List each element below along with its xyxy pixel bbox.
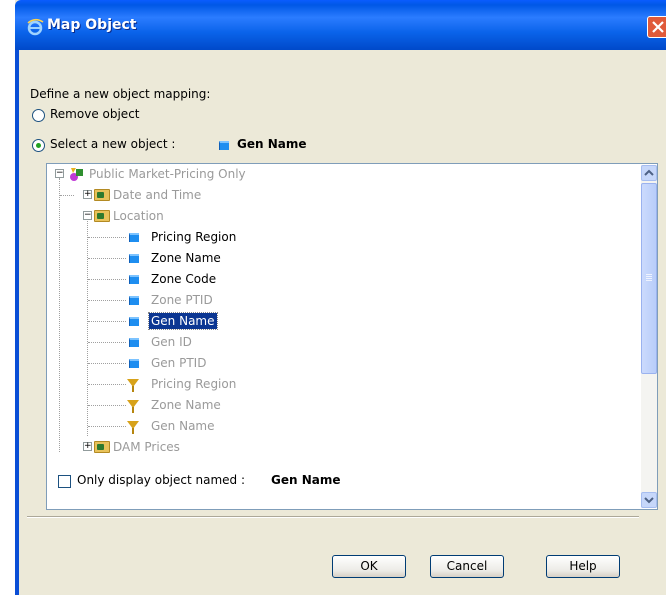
object-icon — [219, 141, 229, 150]
collapse-root-icon[interactable]: − — [55, 169, 64, 178]
title-bar: Map Object — [15, 0, 666, 50]
tree-connector — [88, 237, 126, 238]
tree-connector — [87, 216, 88, 436]
tree-scrollbar[interactable] — [641, 165, 657, 508]
tree-item-zone-name[interactable]: Zone Name — [149, 248, 223, 268]
tree-item-gen-ptid[interactable]: Gen PTID — [149, 353, 208, 373]
select-object-radio[interactable] — [32, 139, 45, 152]
help-button[interactable]: Help — [546, 555, 620, 578]
scroll-thumb-grip — [646, 274, 652, 275]
object-icon — [129, 296, 139, 305]
expand-date-and-time-icon[interactable]: + — [83, 190, 92, 199]
tree-item-gen-id[interactable]: Gen ID — [149, 332, 194, 352]
close-button[interactable] — [647, 16, 666, 38]
object-icon — [129, 317, 139, 326]
tree-connector — [88, 363, 126, 364]
tree-item-pricing-region[interactable]: Pricing Region — [149, 227, 238, 247]
object-icon — [129, 254, 139, 263]
filter-icon-stem — [132, 428, 134, 434]
folder-icon — [94, 441, 110, 453]
tree-item-dam-prices[interactable]: DAM Prices — [111, 437, 182, 457]
close-icon — [652, 21, 664, 33]
tree-connector — [88, 426, 126, 427]
tree-item-zone-code[interactable]: Zone Code — [149, 269, 218, 289]
tree-connector — [88, 321, 126, 322]
remove-object-radio[interactable] — [32, 109, 45, 122]
only-display-checkbox[interactable] — [58, 475, 71, 488]
folder-icon — [94, 189, 110, 201]
divider — [27, 516, 639, 518]
tree-item-gen-name[interactable]: Gen Name — [148, 311, 218, 331]
object-icon — [129, 338, 139, 347]
object-icon — [129, 359, 139, 368]
select-object-label[interactable]: Select a new object : — [50, 137, 175, 151]
dialog-content: Define a new object mapping: Remove obje… — [19, 50, 666, 595]
tree-item-date-and-time[interactable]: Date and Time — [111, 185, 203, 205]
folder-open-icon — [94, 210, 110, 222]
filter-icon-stem — [132, 407, 134, 413]
tree-root[interactable]: Public Market-Pricing Only — [87, 164, 248, 184]
ok-button[interactable]: OK — [332, 555, 406, 578]
object-tree[interactable]: − Public Market-Pricing Only + Date and … — [46, 163, 658, 510]
only-display-label[interactable]: Only display object named : — [77, 473, 245, 487]
tree-item-filter-zone-name[interactable]: Zone Name — [149, 395, 223, 415]
scroll-thumb[interactable] — [641, 183, 657, 374]
selected-object-name: Gen Name — [237, 137, 307, 151]
tree-connector — [88, 384, 126, 385]
expand-dam-prices-icon[interactable]: + — [83, 442, 92, 451]
object-icon — [129, 275, 139, 284]
window-title: Map Object — [47, 17, 137, 33]
cancel-button[interactable]: Cancel — [430, 555, 504, 578]
object-icon — [129, 233, 139, 242]
tree-connector — [60, 195, 74, 196]
collapse-location-icon[interactable]: − — [83, 211, 92, 220]
tree-connector — [88, 300, 126, 301]
scroll-down-button[interactable] — [641, 492, 657, 508]
mapping-prompt: Define a new object mapping: — [30, 87, 211, 101]
tree-item-filter-pricing-region[interactable]: Pricing Region — [149, 374, 238, 394]
tree-item-zone-ptid[interactable]: Zone PTID — [149, 290, 215, 310]
tree-connector — [88, 342, 126, 343]
tree-item-filter-gen-name[interactable]: Gen Name — [149, 416, 217, 436]
scroll-up-button[interactable] — [641, 165, 657, 181]
remove-object-label[interactable]: Remove object — [50, 107, 140, 121]
chevron-down-icon — [644, 497, 654, 504]
tree-connector — [59, 178, 60, 452]
only-display-value: Gen Name — [271, 473, 341, 487]
chevron-up-icon — [644, 169, 654, 176]
filter-icon-stem — [132, 386, 134, 392]
tree-connector — [88, 405, 126, 406]
tree-item-location[interactable]: Location — [111, 206, 166, 226]
universe-icon — [70, 168, 83, 181]
tree-connector — [88, 279, 126, 280]
tree-connector — [88, 258, 126, 259]
ie-logo-icon — [27, 18, 44, 36]
